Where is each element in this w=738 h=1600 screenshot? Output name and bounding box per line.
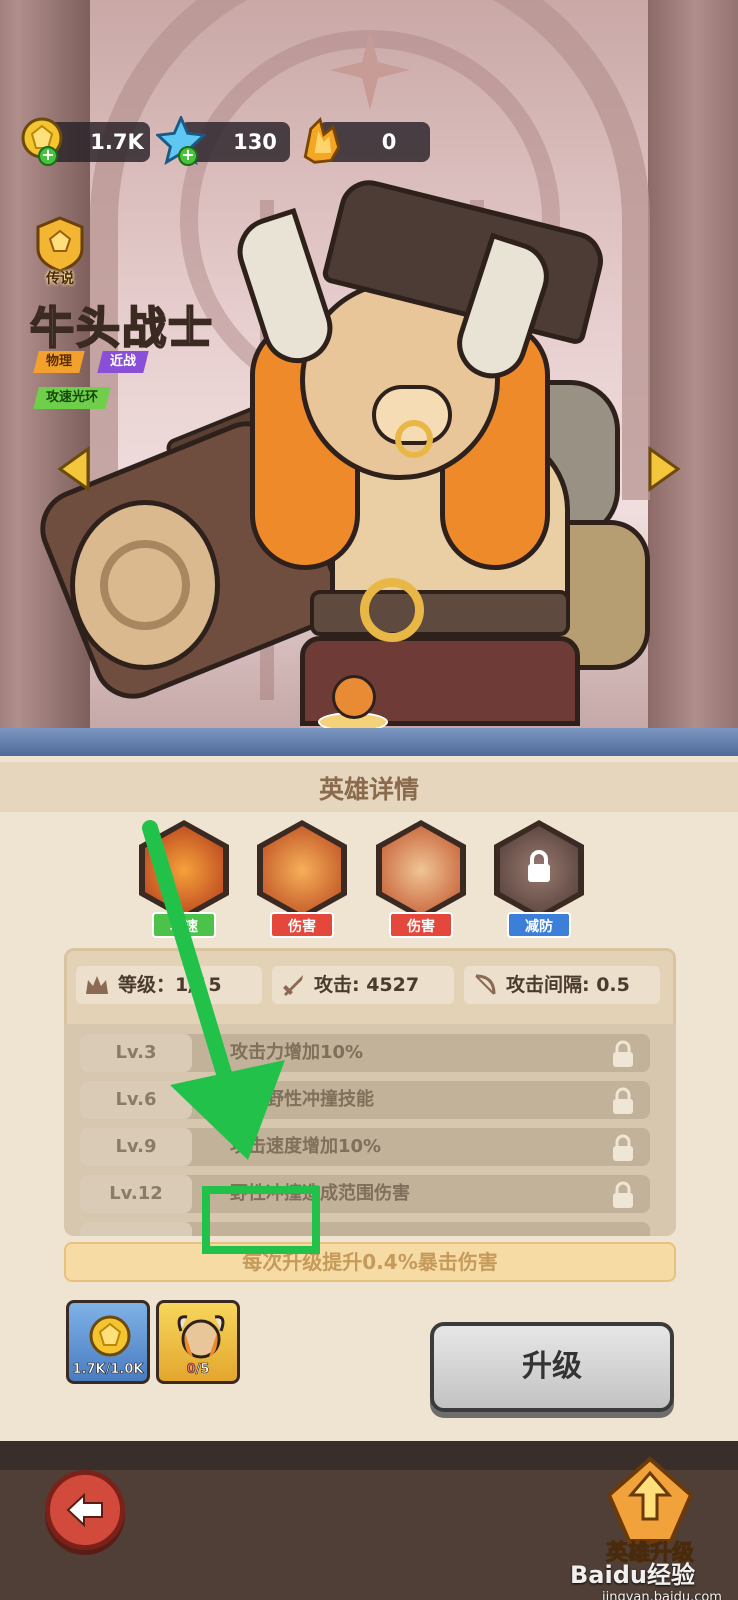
add-gold-button[interactable]: + [38, 146, 58, 166]
hero-shard-cost-value: 0/5 [186, 1362, 210, 1378]
unlock-text: 野性冲撞造成范围伤害 [230, 1183, 410, 1204]
amber-crystal-icon [303, 116, 341, 164]
watermark-url: jingyan.baidu.com [602, 1590, 722, 1600]
baidu-watermark: Baidu经验 jingyan.baidu.com [570, 1555, 722, 1600]
hero-shard-cost-slot[interactable]: 0/5 [156, 1300, 240, 1384]
mini-hero-sprite [332, 675, 376, 719]
gold-cost-slot[interactable]: 1.7K/1.0K [66, 1300, 150, 1384]
previous-hero-arrow-icon[interactable] [56, 445, 92, 493]
skill-slot-2[interactable]: 伤害 [252, 820, 352, 938]
tag-physical: 物理 [33, 351, 85, 373]
divider-bar [0, 728, 738, 756]
tag-attack-speed-aura: 攻速光环 [33, 387, 111, 409]
unlock-text: 解锁野性冲撞技能 [230, 1089, 374, 1110]
skill-slot-4[interactable]: 减防 [489, 820, 589, 938]
skill-label: 攻速 [152, 912, 216, 938]
padlock-icon [613, 1087, 633, 1114]
hero-belt [310, 590, 570, 636]
stat-level: 等级：1/15 [76, 966, 262, 1004]
minotaur-portrait-icon [177, 1315, 225, 1359]
back-arrow-icon [66, 1492, 103, 1528]
stat-attack-interval: 攻击间隔: 0.5 [464, 966, 660, 1004]
padlock-icon [613, 1181, 633, 1208]
attack-interval-value: 攻击间隔: 0.5 [506, 974, 630, 996]
sword-icon [283, 975, 303, 996]
hero-belt-buckle [360, 578, 424, 642]
tag-melee: 近战 [97, 351, 149, 373]
unlock-level: Lv.3 [80, 1034, 192, 1072]
hammer-swirl [100, 540, 190, 630]
attack-value: 攻击: 4527 [314, 974, 420, 996]
unlock-row-partial [80, 1222, 650, 1236]
pillar-right [648, 0, 738, 730]
level-value: 等级：1/15 [118, 974, 222, 996]
bow-icon [475, 974, 496, 995]
upgrade-button[interactable]: 升级 [430, 1322, 674, 1412]
add-gems-button[interactable]: + [178, 146, 198, 166]
unlock-text: 攻击力增加10% [230, 1042, 364, 1063]
skill-slot-1[interactable]: 攻速 [134, 820, 234, 938]
unlock-list[interactable]: Lv.3 攻击力增加10% Lv.6 解锁野性冲撞技能 Lv.9 攻击速度增加1… [64, 1024, 676, 1236]
hero-nose-ring [395, 420, 433, 458]
unlock-text: 攻击速度增加10% [230, 1136, 382, 1157]
padlock-icon [613, 1040, 633, 1067]
unlock-level: Lv.9 [80, 1128, 192, 1166]
watermark-brand: Baidu经验 [570, 1561, 695, 1589]
gold-amount: 1.7K [90, 130, 144, 154]
gold-cost-value: 1.7K/1.0K [72, 1362, 144, 1378]
unlock-level: Lv.12 [80, 1175, 192, 1213]
skill-label: 伤害 [389, 912, 453, 938]
crown-icon [86, 976, 108, 994]
hero-name: 牛头战士 [29, 302, 214, 355]
unlock-level: Lv.6 [80, 1081, 192, 1119]
gold-coin-icon [89, 1315, 131, 1357]
unlock-row: Lv.6 解锁野性冲撞技能 [80, 1081, 650, 1119]
next-hero-arrow-icon[interactable] [646, 445, 682, 493]
rarity-label: 传说 [46, 271, 74, 287]
unlock-row: Lv.9 攻击速度增加10% [80, 1128, 650, 1166]
crystal-amount: 0 [381, 130, 397, 154]
unlock-row: Lv.3 攻击力增加10% [80, 1034, 650, 1072]
panel-title: 英雄详情 [318, 775, 419, 804]
skill-label: 减防 [507, 912, 571, 938]
lock-icon [528, 850, 550, 882]
unlock-row: Lv.12 野性冲撞造成范围伤害 [80, 1175, 650, 1213]
back-button[interactable] [45, 1470, 125, 1550]
unlock-level [80, 1222, 192, 1236]
stat-attack: 攻击: 4527 [272, 966, 454, 1004]
skill-label: 伤害 [270, 912, 334, 938]
padlock-icon [613, 1134, 633, 1161]
level-up-bonus: 每次升级提升0.4%暴击伤害 [64, 1242, 676, 1282]
gem-amount: 130 [233, 130, 277, 154]
legendary-badge-icon [36, 216, 84, 273]
hero-upgrade-tab-icon[interactable] [605, 1455, 695, 1545]
skill-slot-3[interactable]: 伤害 [371, 820, 471, 938]
